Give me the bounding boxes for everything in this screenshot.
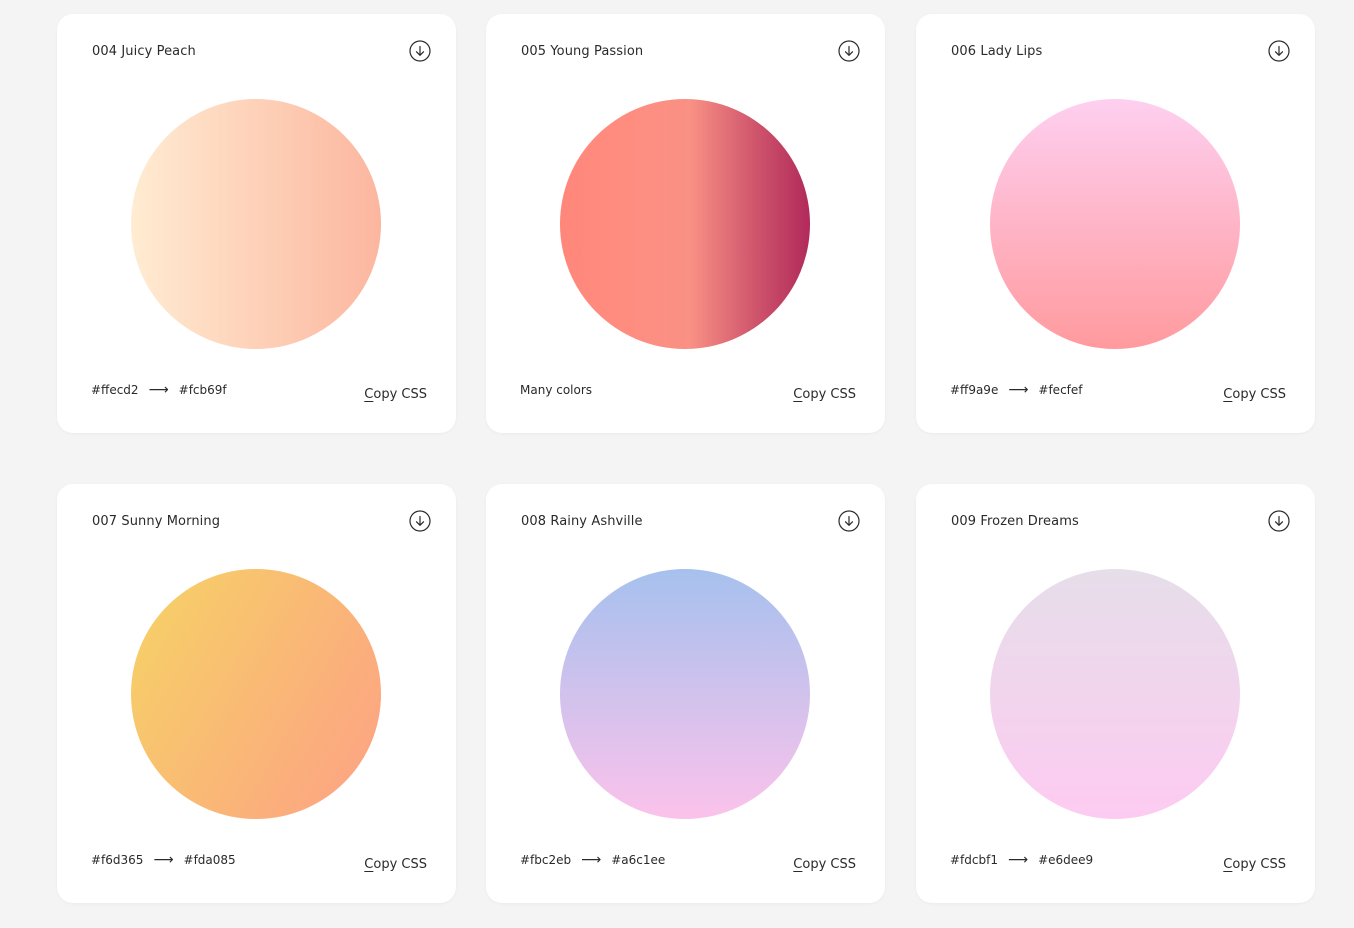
color-from: #f6d365 bbox=[91, 853, 144, 867]
copy-css-button[interactable]: Copy CSS bbox=[793, 857, 856, 872]
gradient-card-frozen-dreams: 009 Frozen Dreams #fdcbf1 ⟶ #e6dee9 Copy… bbox=[916, 484, 1315, 903]
copy-css-label-rest: opy CSS bbox=[1232, 857, 1286, 872]
color-to: #fda085 bbox=[183, 853, 236, 867]
copy-css-label-first: C bbox=[1223, 387, 1233, 402]
download-icon[interactable] bbox=[838, 40, 860, 62]
copy-css-label-first: C bbox=[793, 387, 803, 402]
color-to: #e6dee9 bbox=[1038, 853, 1094, 867]
color-from: #fdcbf1 bbox=[950, 853, 998, 867]
arrow-right-icon: ⟶ bbox=[153, 852, 174, 868]
color-from: #ff9a9e bbox=[950, 383, 999, 397]
gradient-card-lady-lips: 006 Lady Lips #ff9a9e ⟶ #fecfef Copy CSS bbox=[916, 14, 1315, 433]
color-codes: #fbc2eb ⟶ #a6c1ee bbox=[520, 853, 665, 867]
gradient-swatch bbox=[990, 569, 1240, 819]
gradient-swatch bbox=[990, 99, 1240, 349]
color-codes: Many colors bbox=[520, 383, 592, 397]
gradient-swatch bbox=[560, 99, 810, 349]
copy-css-label-rest: opy CSS bbox=[802, 387, 856, 402]
card-title: 008 Rainy Ashville bbox=[521, 514, 643, 529]
card-title: 005 Young Passion bbox=[521, 44, 644, 59]
gradient-swatch bbox=[131, 99, 381, 349]
copy-css-label-rest: opy CSS bbox=[373, 857, 427, 872]
color-to: #fecfef bbox=[1038, 383, 1083, 397]
gradient-card-sunny-morning: 007 Sunny Morning #f6d365 ⟶ #fda085 Copy… bbox=[57, 484, 456, 903]
copy-css-label-rest: opy CSS bbox=[373, 387, 427, 402]
copy-css-button[interactable]: Copy CSS bbox=[1223, 387, 1286, 402]
download-icon[interactable] bbox=[1268, 510, 1290, 532]
download-icon[interactable] bbox=[409, 40, 431, 62]
arrow-right-icon: ⟶ bbox=[148, 382, 169, 398]
gradient-card-juicy-peach: 004 Juicy Peach #ffecd2 ⟶ #fcb69f Copy C… bbox=[57, 14, 456, 433]
copy-css-button[interactable]: Copy CSS bbox=[793, 387, 856, 402]
many-colors-label: Many colors bbox=[520, 383, 593, 397]
arrow-right-icon: ⟶ bbox=[1007, 852, 1029, 868]
copy-css-label-rest: opy CSS bbox=[802, 857, 856, 872]
copy-css-label-first: C bbox=[793, 857, 803, 872]
copy-css-label-first: C bbox=[1223, 857, 1233, 872]
card-title: 004 Juicy Peach bbox=[92, 44, 196, 59]
copy-css-label-first: C bbox=[364, 857, 374, 872]
copy-css-label-first: C bbox=[364, 387, 374, 402]
gradient-card-rainy-ashville: 008 Rainy Ashville #fbc2eb ⟶ #a6c1ee Cop… bbox=[486, 484, 885, 903]
card-title: 007 Sunny Morning bbox=[92, 514, 221, 529]
copy-css-button[interactable]: Copy CSS bbox=[1223, 857, 1286, 872]
download-icon[interactable] bbox=[409, 510, 431, 532]
gradient-swatch bbox=[131, 569, 381, 819]
arrow-right-icon: ⟶ bbox=[1008, 382, 1029, 398]
arrow-right-icon: ⟶ bbox=[581, 852, 602, 868]
gradient-grid: 004 Juicy Peach #ffecd2 ⟶ #fcb69f Copy C… bbox=[0, 0, 1354, 928]
copy-css-button[interactable]: Copy CSS bbox=[364, 857, 427, 872]
download-icon[interactable] bbox=[1268, 40, 1290, 62]
copy-css-button[interactable]: Copy CSS bbox=[364, 387, 427, 402]
card-title: 006 Lady Lips bbox=[951, 44, 1043, 59]
card-title: 009 Frozen Dreams bbox=[951, 514, 1079, 529]
color-from: #fbc2eb bbox=[520, 853, 572, 867]
color-to: #a6c1ee bbox=[611, 853, 666, 867]
gradient-card-young-passion: 005 Young Passion Many colors Copy CSS bbox=[486, 14, 885, 433]
color-codes: #ff9a9e ⟶ #fecfef bbox=[950, 383, 1083, 397]
color-from: #ffecd2 bbox=[91, 383, 139, 397]
color-to: #fcb69f bbox=[178, 383, 227, 397]
gradient-swatch bbox=[560, 569, 810, 819]
color-codes: #ffecd2 ⟶ #fcb69f bbox=[91, 383, 227, 397]
color-codes: #f6d365 ⟶ #fda085 bbox=[91, 853, 236, 867]
download-icon[interactable] bbox=[838, 510, 860, 532]
copy-css-label-rest: opy CSS bbox=[1232, 387, 1286, 402]
color-codes: #fdcbf1 ⟶ #e6dee9 bbox=[950, 853, 1093, 867]
